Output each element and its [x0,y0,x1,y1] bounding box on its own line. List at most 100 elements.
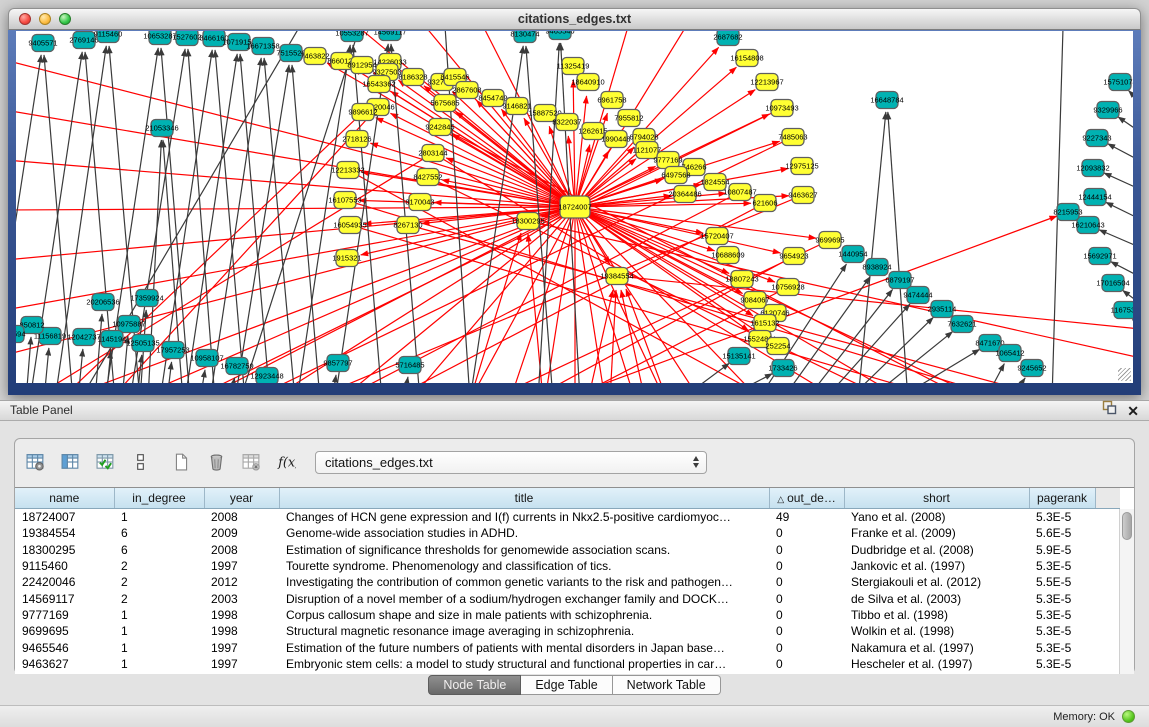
close-window-button[interactable] [19,13,31,25]
network-table-select[interactable]: citations_edges.txt [315,451,707,474]
tab-edge-table[interactable]: Edge Table [521,675,612,695]
table-settings-icon[interactable] [23,450,47,474]
graph-edge-black[interactable] [404,377,408,383]
table-toolbar: f(x) citations_edges.txt [15,439,1134,485]
graph-edge-red[interactable] [470,233,521,383]
graph-node-label: 2803144 [418,149,447,158]
show-columns-icon[interactable] [58,450,82,474]
graph-edge-black[interactable] [332,375,336,383]
graph-edge-black[interactable] [1010,378,1025,383]
graph-node-label: 10958107 [190,354,223,363]
tab-network-table[interactable]: Network Table [613,675,721,695]
graph-edge-black[interactable] [391,44,420,383]
table-row[interactable]: 2242004622012Investigating the contribut… [15,574,1120,590]
table-cell: 18300295 [15,542,114,558]
table-cell: 0 [769,623,844,639]
graph-edge-black[interactable] [264,58,295,383]
graph-node-label: 9896612 [348,108,377,117]
graph-node-label: 1527602 [172,33,201,42]
tab-node-table[interactable]: Node Table [428,675,521,695]
table-row[interactable]: 911546021997Tourette syndrome. Phenomeno… [15,558,1120,574]
network-canvas[interactable]: 9405571276914691154601065328715276028466… [16,31,1133,383]
table-region: namein_degreeyeartitle△out_de…shortpager… [15,487,1134,674]
graph-node-label: 10553287 [335,31,368,38]
table-scrollbar[interactable] [1119,509,1134,674]
table-cell: 1 [114,639,204,655]
graph-edge-red[interactable] [16,160,575,207]
table-row[interactable]: 946554611997Estimation of the future num… [15,639,1120,655]
minimize-window-button[interactable] [39,13,51,25]
graph-node-label: 18640910 [571,78,604,87]
table-cell: 0 [769,542,844,558]
table-cell: 9115460 [15,558,114,574]
graph-edge-black[interactable] [824,304,910,383]
resize-grip[interactable] [1118,368,1131,381]
zoom-window-button[interactable] [59,13,71,25]
graph-node-label: 1824554 [700,178,729,187]
close-panel-icon[interactable]: ✕ [1127,404,1139,418]
graph-node-label: 252254 [765,342,790,351]
column-header-pagerank[interactable]: pagerank [1029,488,1095,509]
graph-node-label: 8427552 [413,173,442,182]
select-rows-icon[interactable] [93,450,117,474]
row-height-icon[interactable] [128,450,152,474]
graph-edge-black[interactable] [161,48,190,383]
table-row[interactable]: 977716911998Corpus callosum shape and si… [15,607,1120,623]
graph-edge-black[interactable] [26,337,31,383]
graph-edge-black[interactable] [78,349,83,383]
new-column-icon[interactable] [169,450,193,474]
table-cell [1095,623,1120,639]
graph-edge-black[interactable] [1108,144,1133,164]
graph-edge-black[interactable] [44,348,49,383]
graph-edge-black[interactable] [160,50,212,383]
table-cell: 5.3E-5 [1029,623,1095,639]
table-row[interactable]: 1872400712008Changes of HCN gene express… [15,509,1120,526]
graph-edge-red[interactable] [200,207,575,383]
table-cell: Yano et al. (2008) [844,509,1029,526]
graph-node-label: 21053346 [145,124,178,133]
table-cell: 2 [114,590,204,606]
graph-edge-black[interactable] [188,49,215,383]
table-row[interactable]: 1938455462009Genome-wide association stu… [15,525,1120,541]
graph-edge-black[interactable] [888,112,908,383]
delete-columns-icon[interactable] [204,450,228,474]
graph-edge-black[interactable] [1128,90,1133,108]
graph-edge-black[interactable] [235,65,289,383]
memory-status-indicator[interactable] [1122,710,1135,723]
graph-edge-black[interactable] [1104,173,1133,192]
table-cell [1095,590,1120,606]
table-row[interactable]: 969969511998Structural magnetic resonanc… [15,623,1120,639]
graph-edge-black[interactable] [1106,202,1133,222]
delete-table-icon[interactable] [239,450,263,474]
graph-node-label: 1145194 [98,335,127,344]
table-cell: 9463627 [15,656,114,672]
select-stepper-icon[interactable] [693,456,699,468]
table-cell: 5.3E-5 [1029,590,1095,606]
table-scrollbar-thumb[interactable] [1122,512,1132,540]
graph-node-label: 9329966 [1093,106,1122,115]
column-header-in_degree[interactable]: in_degree [114,488,204,509]
column-header-short[interactable]: short [844,488,1029,509]
column-header-name[interactable]: name [15,488,114,509]
table-cell [1095,558,1120,574]
table-row[interactable]: 1456911722003Disruption of a novel membe… [15,590,1120,606]
column-header-year[interactable]: year [204,488,279,509]
table-cell: 19384554 [15,525,114,541]
graph-edge-black[interactable] [167,362,172,383]
graph-node-label: 7955812 [614,114,643,123]
column-header-out_de[interactable]: △out_de… [769,488,844,509]
graph-edge-black[interactable] [1118,117,1133,136]
table-cell: 5.3E-5 [1029,558,1095,574]
table-row[interactable]: 946362711997Embryonic stem cells: a mode… [15,656,1120,672]
function-builder-icon[interactable]: f(x) [274,450,298,474]
table-cell: Estimation of significance thresholds fo… [279,542,769,558]
graph-edge-red[interactable] [16,60,575,207]
column-header-filler [1095,488,1120,509]
table-row[interactable]: 1830029562008Estimation of significance … [15,542,1120,558]
table-cell: 0 [769,558,844,574]
window-titlebar[interactable]: citations_edges.txt [8,8,1141,30]
graph-edge-black[interactable] [200,370,205,383]
column-header-title[interactable]: title [279,488,769,509]
float-panel-icon[interactable] [1102,400,1117,421]
graph-node-label: 16543362 [362,80,395,89]
